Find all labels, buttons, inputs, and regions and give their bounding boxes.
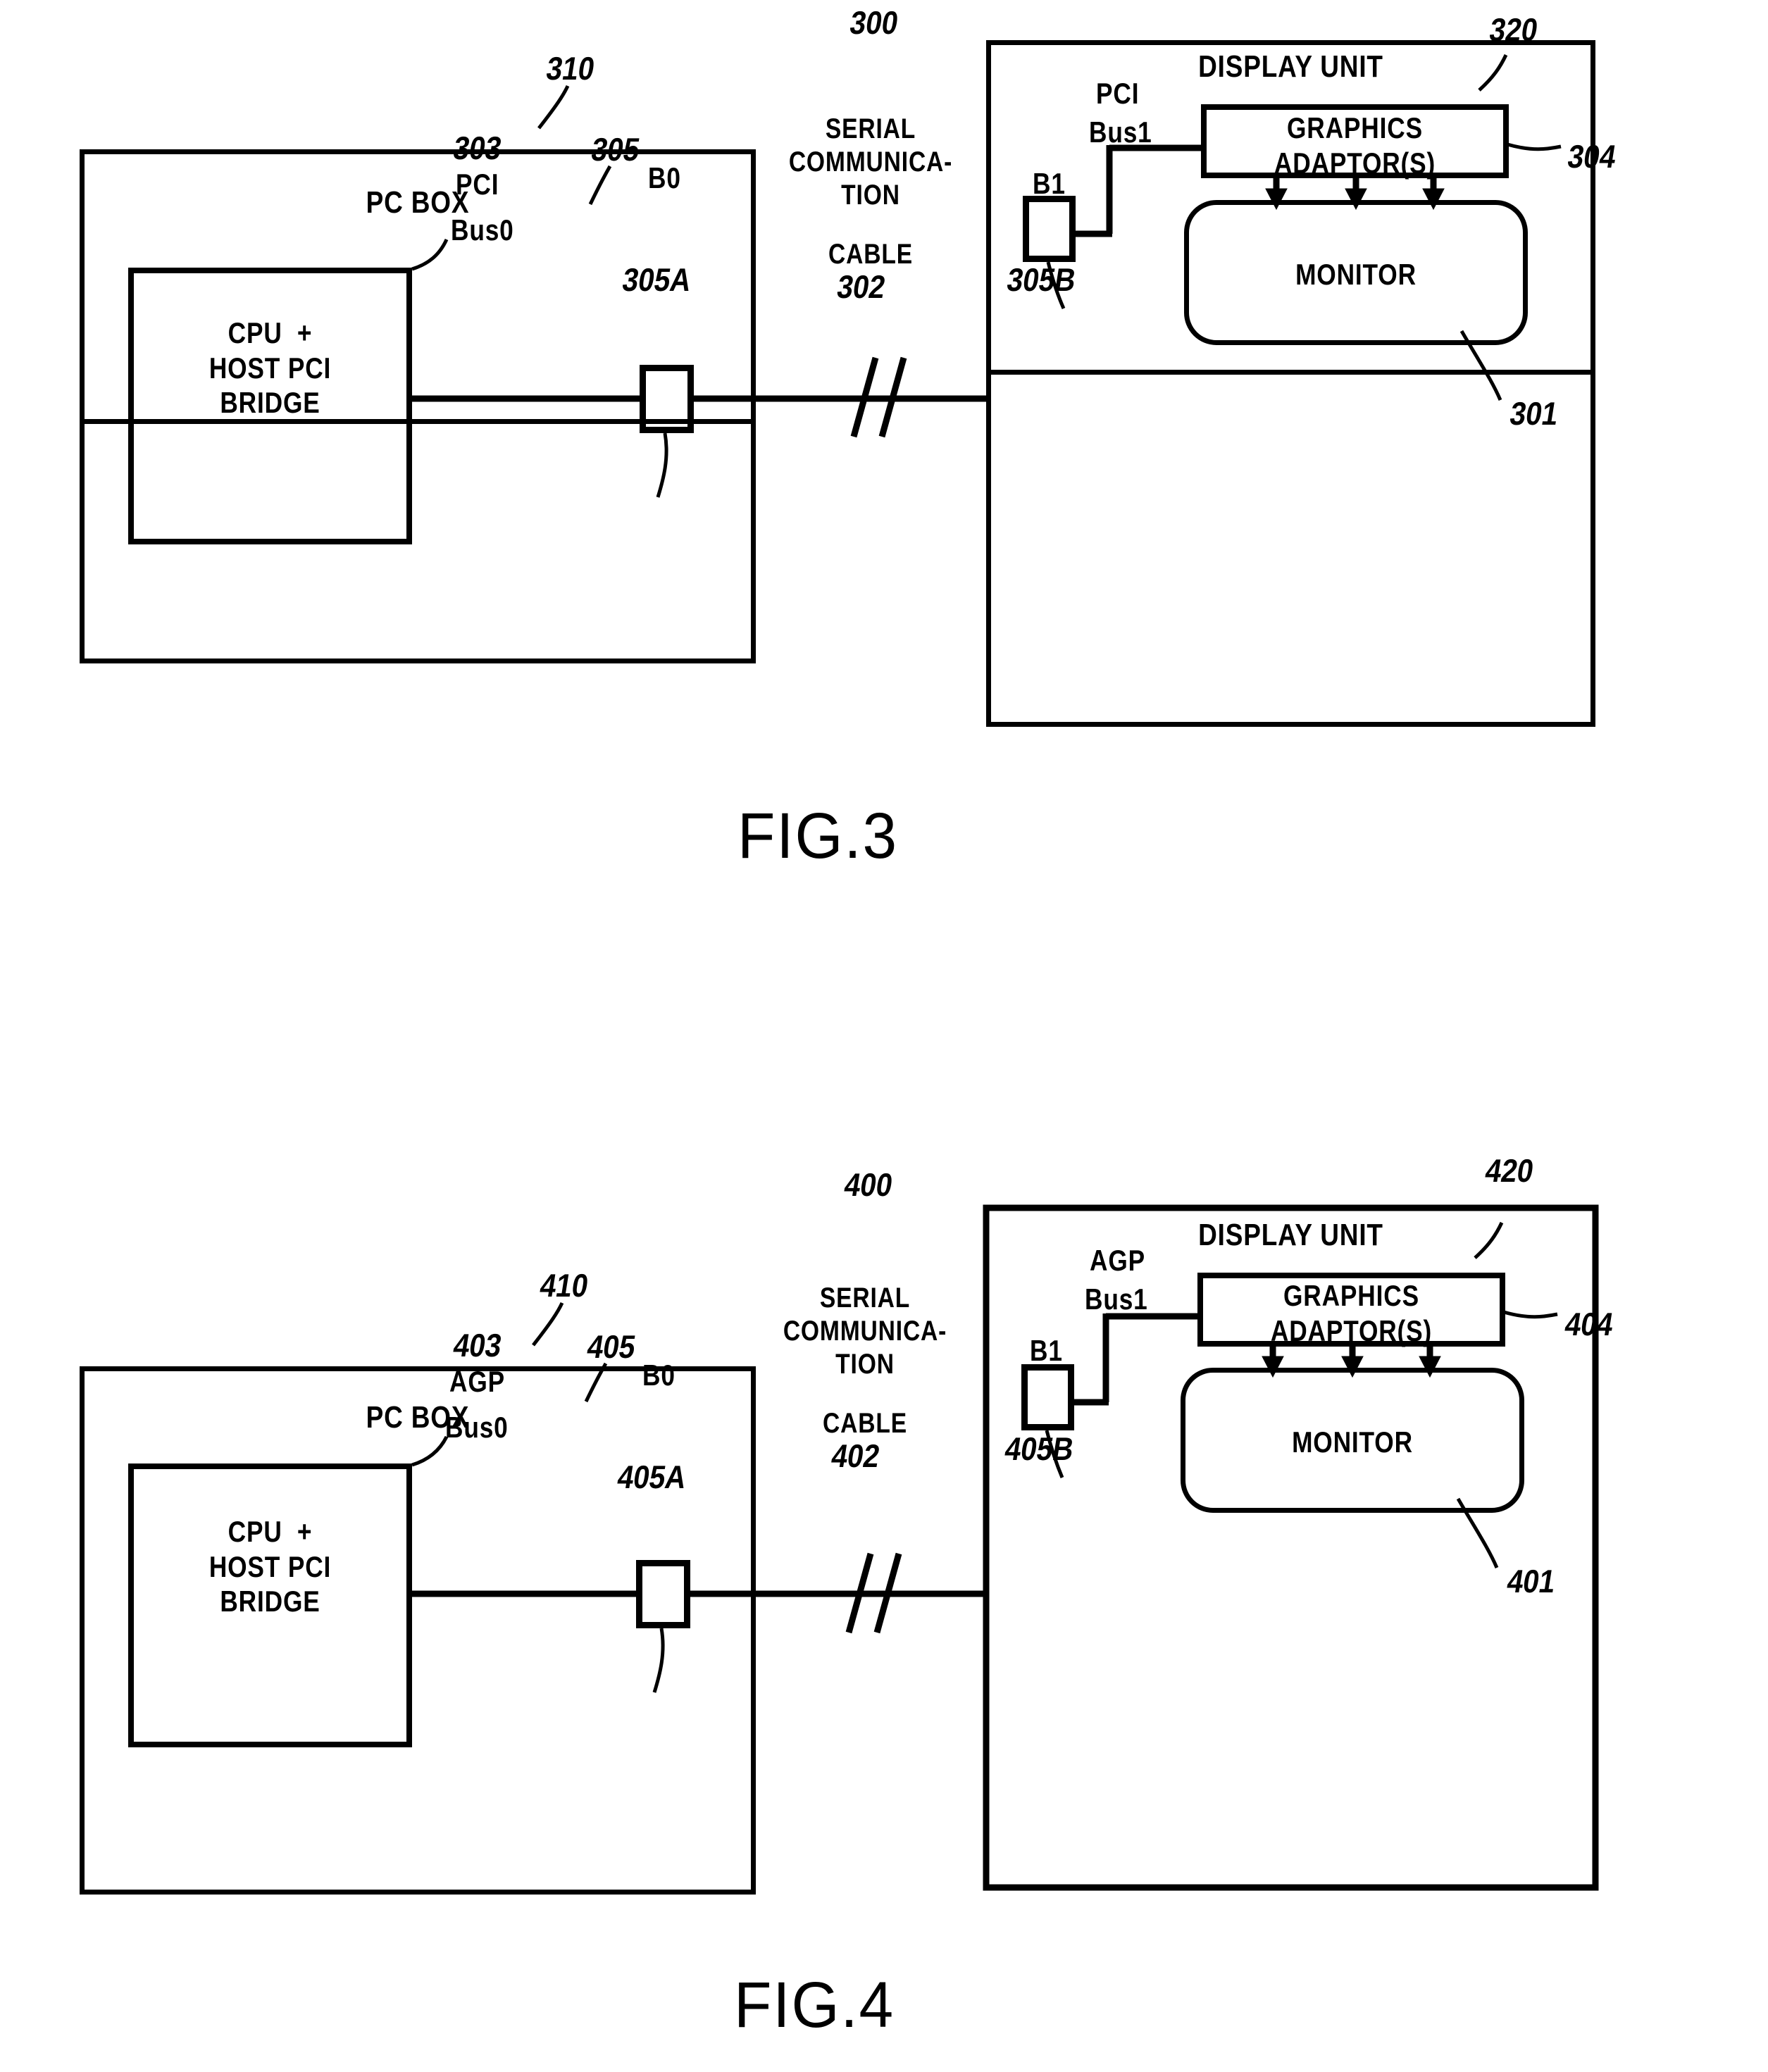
- adaptor-line-1: GRAPHICS: [1283, 1279, 1419, 1312]
- fig3-monitor-label: MONITOR: [1295, 258, 1417, 291]
- figure-4: 400 PC BOX 410 CPU + HOST PCI BRIDGE 403 A…: [0, 1152, 1768, 2072]
- fig4-b1-ref: 405B: [1002, 1430, 1077, 1467]
- cable-line-3: TION: [841, 180, 900, 211]
- fig4-bus1-number: Bus1: [1085, 1282, 1148, 1316]
- fig3-graphics-adaptor-label: GRAPHICS ADAPTOR(S): [1226, 111, 1484, 180]
- fig3-bus0-ref: 305: [589, 131, 642, 168]
- fig4-bus0-ref: 405: [585, 1328, 638, 1365]
- fig4-display-unit-title-visible: DISPLAY UNIT: [1198, 1218, 1383, 1252]
- bridge-line-2: HOST PCI: [208, 351, 332, 385]
- fig4-monitor-label: MONITOR: [1292, 1425, 1413, 1459]
- fig3-system-ref: 300: [847, 4, 901, 41]
- fig4-b1-label: B1: [1030, 1334, 1063, 1367]
- fig4-cable-label: SERIAL COMMUNICA- TION: [778, 1282, 951, 1382]
- adaptor-line-1: GRAPHICS: [1287, 111, 1423, 144]
- fig3-cable-label: SERIAL COMMUNICA- TION: [784, 113, 957, 213]
- fig3-graphics-adaptor-ref: 304: [1565, 138, 1619, 175]
- fig4-cpu-host-bridge-label: CPU + HOST PCI BRIDGE: [151, 1514, 390, 1619]
- cable-line-3: TION: [835, 1349, 895, 1380]
- fig3-b0-label: B0: [648, 161, 681, 194]
- fig3-cable-label-2: CABLE: [828, 239, 913, 270]
- fig3-cable-ref: 302: [834, 268, 888, 305]
- fig4-b0-label: B0: [642, 1359, 676, 1392]
- fig4-graphics-adaptor-label: GRAPHICS ADAPTOR(S): [1222, 1278, 1481, 1348]
- bridge-line-3: BRIDGE: [220, 1585, 320, 1618]
- bridge-line-3: BRIDGE: [220, 386, 320, 420]
- fig4-cable-label-2: CABLE: [823, 1408, 907, 1439]
- fig3-b0-chip: [640, 365, 694, 433]
- figure-3: 300 PC BOX 310 CPU + HOST PCI BRIDGE 303 P…: [0, 0, 1768, 916]
- fig4-figure-label: FIG.4: [734, 1969, 895, 2041]
- fig4-monitor-ref: 401: [1505, 1563, 1558, 1599]
- fig3-monitor-ref: 301: [1507, 395, 1561, 432]
- fig3-b0-ref: 305A: [620, 261, 695, 298]
- fig4-pc-box-ref: 410: [537, 1267, 591, 1304]
- fig4-bus0-name: AGP: [449, 1365, 505, 1398]
- fig4-pc-box-title: PC BOX: [366, 1400, 470, 1435]
- fig4-bus0-number: Bus0: [445, 1411, 509, 1444]
- adaptor-line-2: ADAPTOR(S): [1270, 1313, 1433, 1347]
- fig3-bus1-number: Bus1: [1089, 116, 1152, 149]
- fig4-cpu-host-bridge-ref: 403: [451, 1327, 504, 1363]
- fig3-pc-box-title: PC BOX: [366, 185, 470, 220]
- bridge-line-1: CPU +: [228, 1515, 313, 1548]
- fig3-bus1-name: PCI: [1096, 77, 1140, 110]
- cable-line-2: COMMUNICA-: [788, 146, 953, 178]
- fig3-bus0-number: Bus0: [451, 213, 514, 246]
- fig4-display-unit-ref: 420: [1483, 1152, 1536, 1189]
- bridge-line-2: HOST PCI: [208, 1549, 332, 1583]
- bridge-line-1: CPU +: [228, 316, 313, 349]
- cable-line-2: COMMUNICA-: [783, 1316, 947, 1347]
- fig3-pc-box-ref: 310: [544, 50, 597, 87]
- fig3-figure-label: FIG.3: [737, 800, 899, 872]
- fig4-b1-chip: [1021, 1364, 1074, 1430]
- fig4-b0-ref: 405A: [615, 1459, 690, 1495]
- patent-drawing-sheet: 300 PC BOX 310 CPU + HOST PCI BRIDGE 303 P…: [0, 0, 1768, 2072]
- fig3-cpu-host-bridge-ref: 303: [451, 130, 504, 166]
- fig3-display-unit-ref: 320: [1487, 11, 1540, 48]
- fig4-graphics-adaptor-ref: 404: [1562, 1306, 1616, 1342]
- fig3-bus0-name: PCI: [456, 168, 499, 201]
- fig4-system-ref: 400: [842, 1166, 895, 1203]
- fig4-cable-ref: 402: [828, 1437, 883, 1474]
- adaptor-line-2: ADAPTOR(S): [1274, 146, 1436, 180]
- fig3-b1-chip: [1023, 196, 1076, 262]
- cable-line-1: SERIAL: [825, 113, 916, 144]
- cable-line-1: SERIAL: [819, 1282, 911, 1313]
- fig3-b1-ref: 305B: [1004, 261, 1079, 298]
- fig3-cpu-host-bridge-label: CPU + HOST PCI BRIDGE: [151, 316, 390, 420]
- fig4-b0-chip: [636, 1560, 690, 1628]
